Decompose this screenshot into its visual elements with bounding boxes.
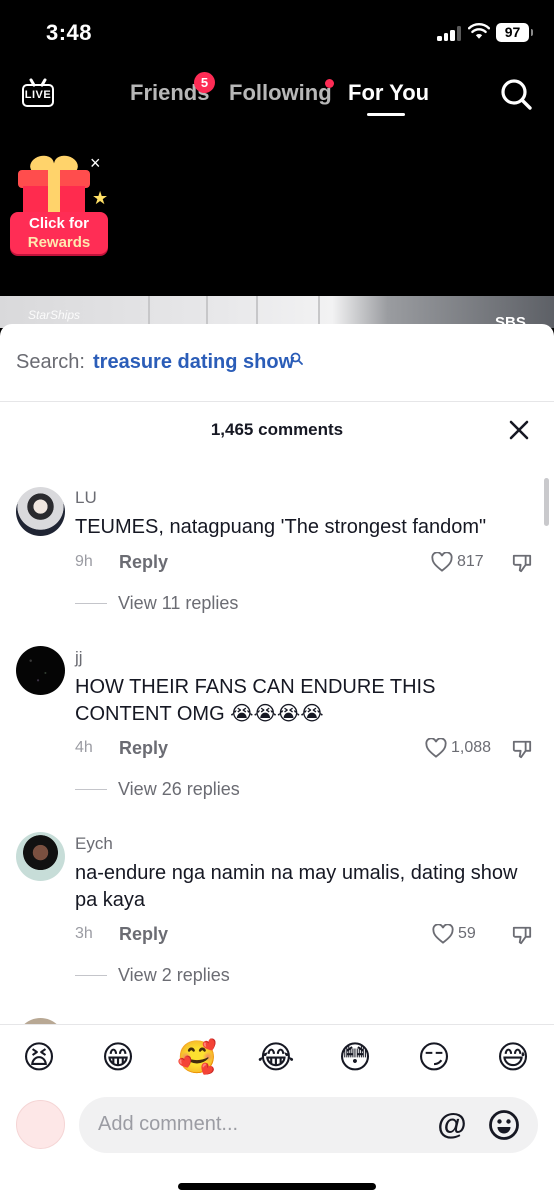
emoji-smirk[interactable]: 😏 — [412, 1037, 456, 1077]
emoji-quick-bar: 😫 😁 🥰 😂 😳 😏 😅 — [0, 1037, 554, 1083]
like-button[interactable]: 1,088 — [425, 738, 497, 760]
reply-button[interactable]: Reply — [119, 552, 168, 573]
comment-username[interactable]: Eych — [75, 834, 113, 854]
like-button[interactable]: 817 — [431, 552, 491, 574]
emoji-joy[interactable]: 😂 — [254, 1037, 298, 1077]
comment-username[interactable]: LU — [75, 488, 97, 508]
comment-time: 9h — [75, 553, 93, 570]
sparkle-icon: ★ — [92, 188, 109, 208]
like-count: 1,088 — [451, 739, 492, 756]
comment-input-placeholder: Add comment... — [98, 1113, 239, 1135]
comment-time: 3h — [75, 925, 93, 942]
view-replies-label: View 11 replies — [118, 592, 239, 613]
comment-username[interactable]: jj — [75, 648, 83, 668]
like-button[interactable]: 59 — [432, 924, 484, 946]
tab-for-you[interactable]: For You — [348, 80, 429, 106]
avatar[interactable] — [16, 487, 65, 536]
rewards-widget[interactable]: ★ × Click for Rewards — [10, 148, 112, 258]
comment-time: 4h — [75, 739, 93, 756]
comment-text: na-endure nga namin na may umalis, datin… — [75, 862, 518, 911]
battery-icon: 97 — [496, 23, 533, 42]
avatar[interactable] — [16, 832, 65, 881]
comments-count: 1,465 comments — [210, 420, 344, 439]
mention-button[interactable]: @ — [436, 1109, 468, 1141]
rewards-line2: Rewards — [27, 234, 91, 251]
live-icon[interactable]: LIVE — [22, 77, 56, 108]
heart-icon — [432, 924, 454, 944]
avatar[interactable] — [16, 646, 65, 695]
view-replies-link[interactable]: View 26 replies — [75, 778, 240, 800]
tab-following[interactable]: Following — [229, 80, 332, 106]
emoji-flushed[interactable]: 😳 — [333, 1037, 377, 1077]
scrollbar[interactable] — [544, 478, 549, 526]
search-query-link[interactable]: treasure dating show — [93, 351, 294, 374]
reply-button[interactable]: Reply — [119, 738, 168, 759]
search-icon — [290, 352, 303, 365]
comments-header: 1,465 comments — [0, 402, 554, 458]
dislike-icon[interactable] — [512, 739, 532, 759]
view-replies-link[interactable]: View 2 replies — [75, 964, 230, 986]
related-search[interactable]: Search: treasure dating show — [0, 324, 554, 402]
emoji-sweat-smile[interactable]: 😅 — [491, 1037, 535, 1077]
view-replies-label: View 2 replies — [118, 964, 230, 985]
comment-text: HOW THEIR FANS CAN ENDURE THIS CONTENT O… — [75, 676, 436, 725]
view-replies-link[interactable]: View 11 replies — [75, 592, 238, 614]
gift-icon — [18, 153, 90, 218]
reply-button[interactable]: Reply — [119, 924, 168, 945]
comment-text: TEUMES, natagpuang 'The strongest fandom… — [75, 516, 487, 538]
video-watermark: StarShips — [28, 308, 81, 322]
search-icon[interactable] — [499, 77, 533, 111]
wifi-icon — [468, 23, 490, 39]
following-notification-dot — [325, 79, 334, 88]
view-replies-label: View 26 replies — [118, 778, 240, 799]
emoji-hearts[interactable]: 🥰 — [175, 1037, 219, 1077]
cellular-signal-icon — [437, 26, 463, 41]
home-indicator — [178, 1183, 376, 1190]
rewards-label: Click for Rewards — [10, 212, 108, 254]
status-time: 3:48 — [46, 20, 93, 45]
dislike-icon[interactable] — [512, 925, 532, 945]
emoji-grin[interactable]: 😁 — [96, 1037, 140, 1077]
rewards-line1: Click for — [28, 215, 89, 232]
comment-composer: 😫 😁 🥰 😂 😳 😏 😅 Add comment... @ — [0, 1024, 554, 1200]
emoji-tired[interactable]: 😫 — [17, 1037, 61, 1077]
active-tab-indicator — [367, 113, 405, 116]
live-label: LIVE — [22, 84, 54, 107]
like-count: 817 — [457, 553, 484, 570]
dislike-icon[interactable] — [512, 553, 532, 573]
close-icon[interactable] — [508, 419, 530, 441]
heart-icon — [431, 552, 453, 572]
emoji-picker-icon[interactable] — [488, 1109, 520, 1141]
like-count: 59 — [458, 925, 476, 942]
comment-input[interactable]: Add comment... @ — [79, 1097, 538, 1153]
rewards-close-icon[interactable]: × — [90, 154, 101, 172]
my-avatar[interactable] — [16, 1100, 65, 1149]
comments-sheet: Search: treasure dating show 1,465 comme… — [0, 324, 554, 1200]
top-nav: LIVE Friends 5 Following For You — [0, 62, 554, 128]
heart-icon — [425, 738, 447, 758]
search-prefix: Search: — [16, 351, 85, 373]
status-bar: 3:48 97 — [0, 0, 554, 62]
friends-badge: 5 — [194, 72, 215, 93]
